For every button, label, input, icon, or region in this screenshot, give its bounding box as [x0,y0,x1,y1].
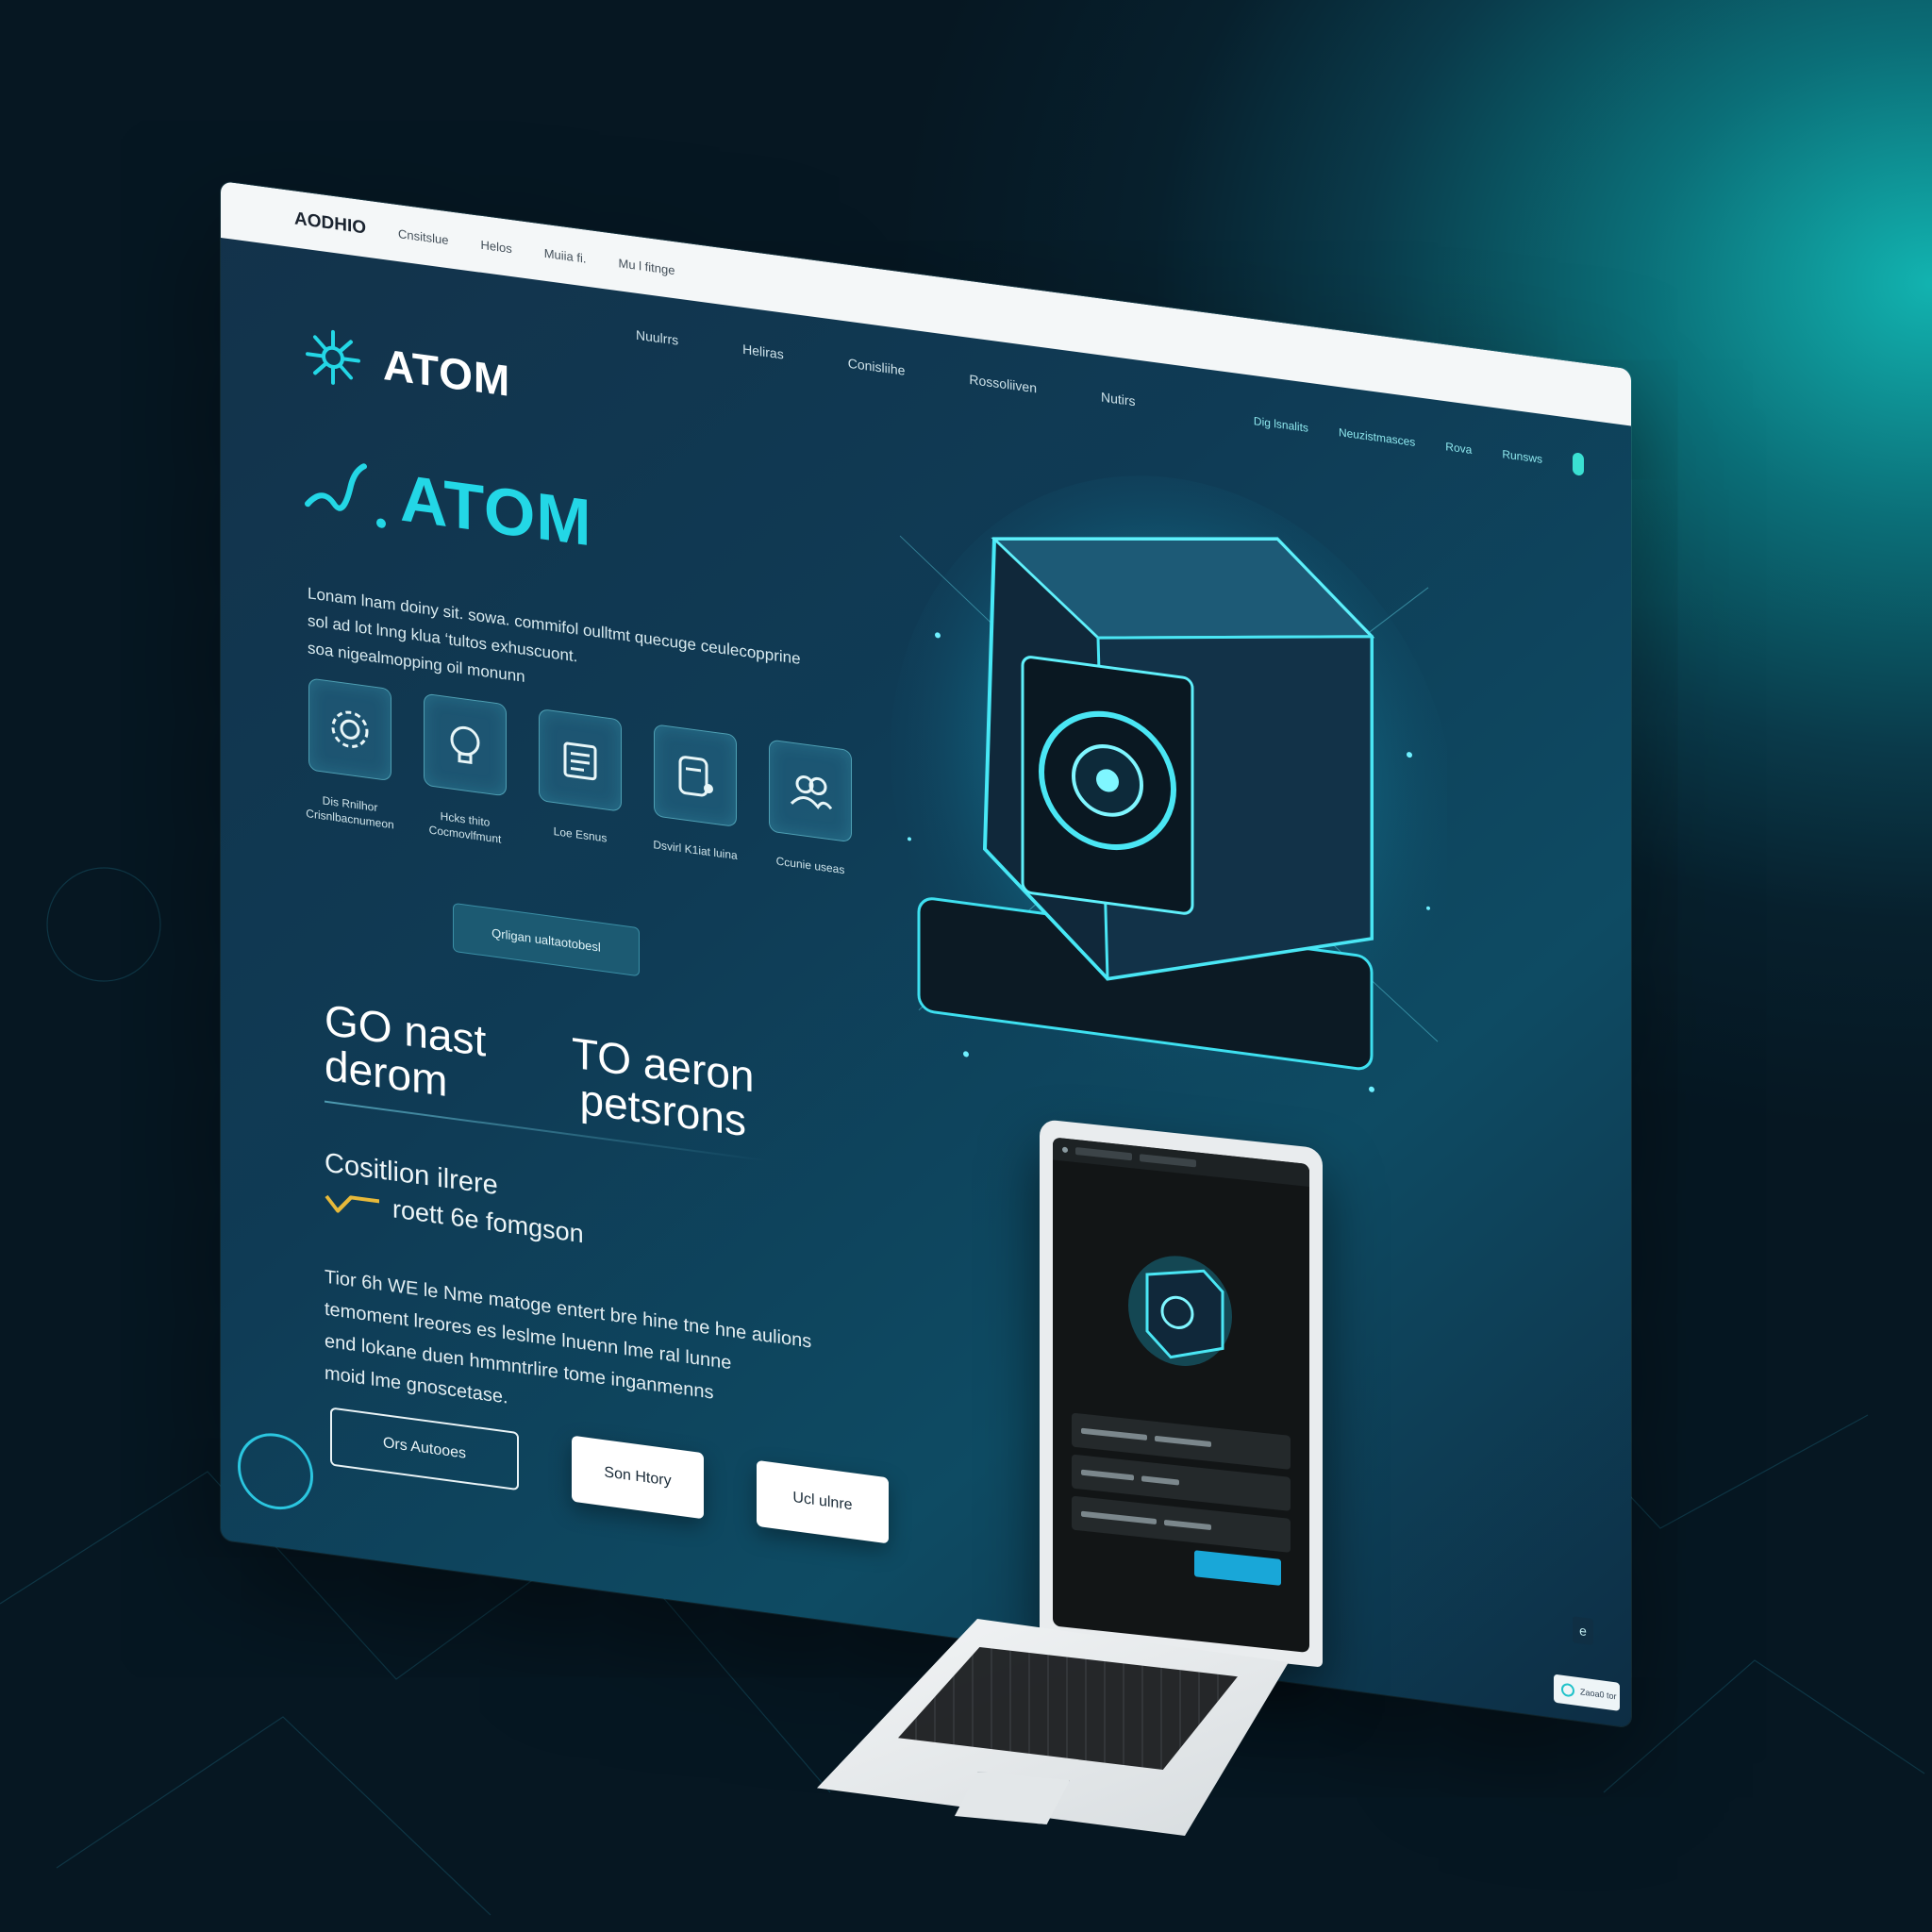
topbar-item [1140,1154,1196,1168]
secondary-cta-button[interactable]: Qrligan ualtaotobesl [453,902,640,977]
nav-right-item[interactable]: Dig lsnalits [1254,414,1308,435]
feature-card[interactable]: Dis Rnilhor Crisnlbacnumeon [306,677,394,832]
laptop-screen [1053,1137,1309,1654]
logo-text: ATOM [383,339,511,406]
laptop-content-rows [1072,1412,1291,1587]
atom-star-icon [306,329,360,385]
feature-title: Loe Esnus [553,824,608,845]
hero-mark-icon [305,463,386,528]
row-bar [1081,1469,1134,1481]
row-bar [1081,1510,1157,1525]
nav-item[interactable]: Nuulrrs [636,327,678,348]
feature-label: Hcks thito Cocmovlfmunt [413,805,517,849]
row-bar [1141,1475,1179,1486]
feature-label: Dsvirl K1iat luina [643,836,747,865]
scroll-top-button[interactable]: e [1573,1616,1593,1646]
menu-toggle[interactable] [1573,452,1584,476]
hero-title: ATOM [302,446,592,560]
nav-item[interactable]: Nutirs [1101,389,1136,408]
feature-card[interactable]: Dsvirl K1iat luina [653,724,738,878]
feature-tile[interactable] [308,677,391,782]
outline-button[interactable]: Ors Autooes [330,1407,519,1491]
stat-left: GO nast derom [325,995,486,1109]
feature-tile[interactable] [424,692,507,797]
mini-cube-icon [1128,1256,1232,1366]
feature-tile[interactable] [654,724,737,827]
browser-brand[interactable]: AODHIO [294,208,366,239]
nav-item[interactable]: Rossoliiven [969,372,1037,396]
check-arrow-icon [325,1194,379,1213]
row-bar [1164,1519,1211,1531]
feature-title: Ccunie useas [775,854,845,877]
nav-item[interactable]: Conisliihe [848,356,906,378]
feature-card[interactable]: Hcks thito Cocmovlfmunt [423,692,508,848]
browser-link[interactable]: Muiia fi. [544,245,587,265]
browser-link[interactable]: Mu l fitnge [619,256,675,277]
feature-tile[interactable] [769,739,852,843]
window-dot [1062,1146,1068,1154]
laptop-lid [1040,1119,1323,1668]
topbar-item [1075,1146,1132,1161]
feature-title: Dsvirl K1iat luina [653,838,738,863]
nav-right-item[interactable]: Rova [1445,440,1472,457]
chat-icon [1561,1682,1574,1698]
row-bar [1081,1427,1147,1441]
nav-right-item[interactable]: Neuzistmasces [1339,425,1415,449]
site-nav-right: Dig lsnalits Neuzistmasces Rova Runsws [1254,409,1584,476]
hero-title-text: ATOM [400,460,592,560]
chat-label: Zaoa0 tor [1580,1687,1617,1702]
feature-card[interactable]: Loe Esnus [538,708,623,863]
laptop-cta-button[interactable] [1194,1550,1281,1586]
primary-button[interactable]: Son Htory [572,1435,704,1520]
feature-tile[interactable] [539,708,622,812]
gear-chip-icon [331,710,369,748]
feature-label: Loe Esnus [528,820,632,849]
site-logo[interactable]: ATOM [304,325,510,410]
nav-right-item[interactable]: Runsws [1502,447,1542,466]
users-icon [790,775,833,810]
document-icon [563,741,597,781]
stat-right: TO aeron petsrons [572,1028,754,1146]
ring-decoration [238,1428,313,1515]
tablet-lock-icon [678,756,713,797]
laptop-mockup [817,1119,1345,1845]
browser-link[interactable]: Cnsitslue [398,226,448,247]
feature-label: Dis Rnilhor Crisnlbacnumeon [298,790,402,834]
glowing-cube-illustration [891,475,1447,1104]
feature-card[interactable]: Ccunie useas [768,739,853,893]
row-bar [1155,1435,1211,1448]
lightbulb-icon [450,725,480,765]
tagline-text: roett 6e fomgson [392,1194,584,1249]
nav-item[interactable]: Heliras [742,341,784,362]
laptop-topbar [1053,1137,1309,1188]
browser-link[interactable]: Helos [480,237,511,255]
feature-label: Ccunie useas [758,851,862,880]
chat-widget[interactable]: Zaoa0 tor [1554,1674,1620,1711]
